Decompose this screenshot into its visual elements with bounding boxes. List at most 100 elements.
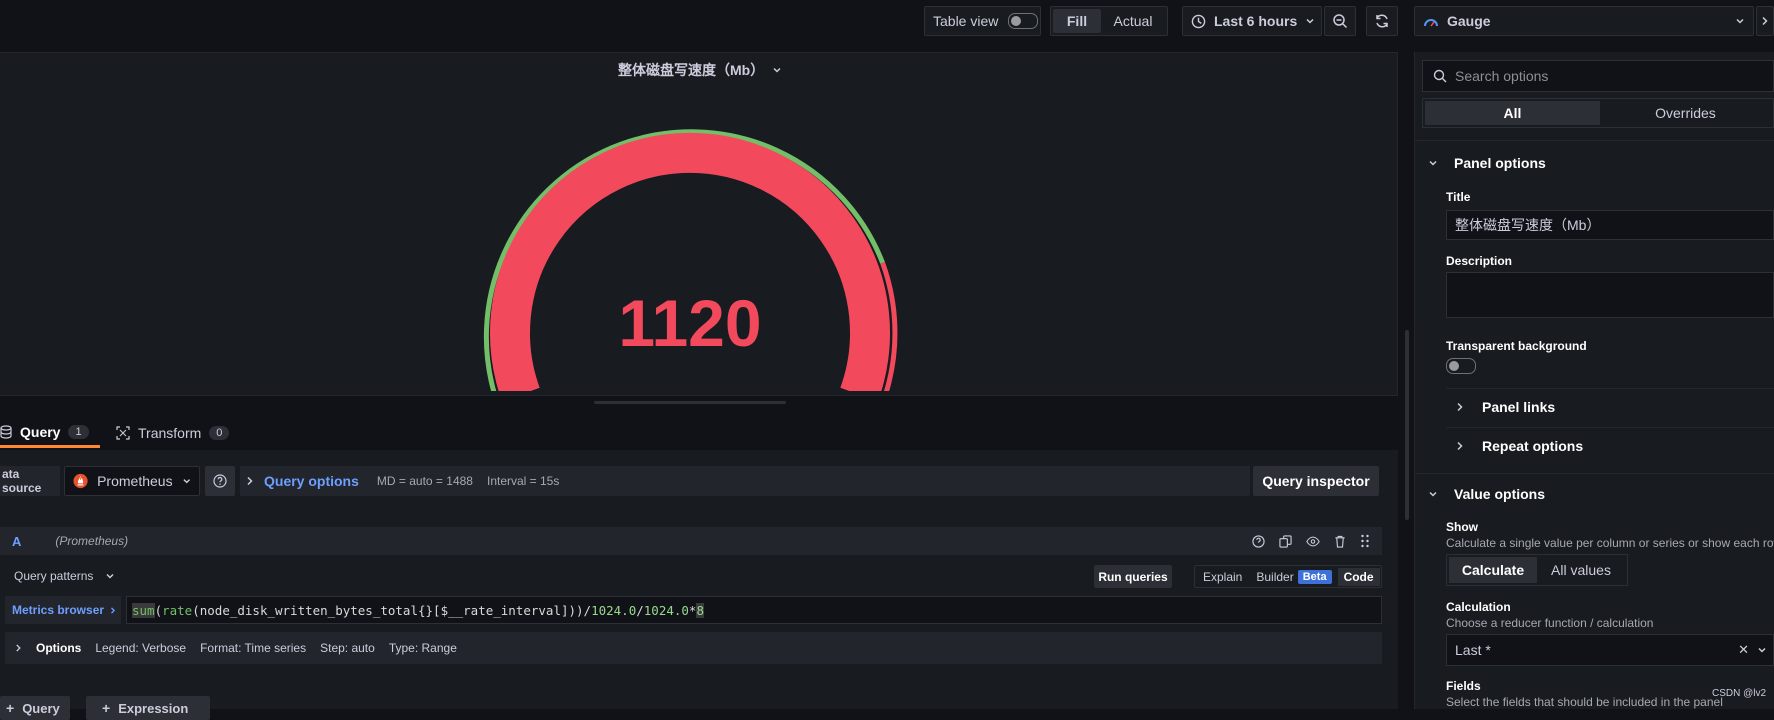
fill-actual-group: Fill Actual [1050, 6, 1168, 36]
split-divider[interactable] [1405, 330, 1409, 520]
all-values-button[interactable]: All values [1537, 557, 1625, 583]
query-datasource-hint: (Prometheus) [55, 534, 129, 548]
calculate-button[interactable]: Calculate [1449, 557, 1537, 583]
query-inspector-button[interactable]: Query inspector [1253, 466, 1379, 496]
refresh-button[interactable] [1366, 6, 1398, 36]
tab-transform-label: Transform [138, 425, 202, 441]
step-info: Step: auto [320, 641, 375, 655]
chevron-down-icon [773, 67, 781, 73]
resize-handle[interactable] [594, 401, 786, 404]
show-field-label: Show [1446, 520, 1478, 534]
expr-number: 1024.0 [591, 602, 637, 618]
run-queries-button[interactable]: Run queries [1094, 565, 1172, 588]
promql-editor[interactable]: sum(rate (node_disk_written_bytes_total{}… [126, 596, 1382, 624]
tab-query-label: Query [20, 423, 61, 440]
chevron-down-icon [1306, 18, 1314, 24]
zoom-out-button[interactable] [1324, 6, 1356, 36]
table-view-switch[interactable] [1008, 13, 1039, 29]
format-info: Format: Time series [200, 641, 307, 655]
divider [1446, 427, 1774, 428]
expr-sum: sum [132, 602, 155, 618]
explain-toggle[interactable]: Explain [1195, 570, 1250, 584]
transparent-bg-toggle[interactable] [1446, 358, 1476, 377]
add-query-button[interactable]: + Query [0, 696, 70, 720]
datasource-label: ata source [0, 466, 60, 496]
collapse-options-button[interactable] [1756, 6, 1774, 36]
clear-icon[interactable]: ✕ [1738, 642, 1749, 658]
watermark: CSDN @lv2 [1712, 688, 1767, 699]
options-label: Options [36, 641, 82, 655]
metrics-browser-button[interactable]: Metrics browser [5, 596, 121, 624]
query-ref-id[interactable]: A [12, 534, 21, 549]
beta-badge: Beta [1297, 569, 1332, 584]
database-icon [0, 424, 12, 439]
show-field-description: Calculate a single value per column or s… [1446, 536, 1774, 550]
gauge-icon [1424, 19, 1438, 27]
panel-links-header[interactable]: Panel links [1456, 397, 1555, 417]
value-options-header[interactable]: Value options [1428, 483, 1545, 505]
options-filter-tabs: All Overrides [1422, 98, 1774, 128]
datasource-picker[interactable]: Prometheus [64, 466, 200, 496]
datasource-name: Prometheus [97, 473, 173, 489]
fill-button[interactable]: Fill [1053, 9, 1101, 33]
visualization-picker[interactable]: Gauge [1414, 6, 1754, 36]
panel-options-header[interactable]: Panel options [1428, 152, 1546, 174]
query-row-header[interactable]: A (Prometheus) [0, 527, 1382, 555]
fields-field-description: Select the fields that should be include… [1446, 695, 1723, 709]
query-options-label: Query options [264, 473, 359, 489]
calculation-field-label: Calculation [1446, 600, 1511, 614]
chevron-right-icon [16, 644, 21, 652]
tab-transform[interactable]: Transform 0 [116, 418, 236, 448]
help-icon[interactable] [1252, 534, 1265, 548]
repeat-options-header[interactable]: Repeat options [1456, 436, 1583, 456]
help-icon [213, 474, 227, 488]
code-mode-button[interactable]: Code [1337, 567, 1380, 586]
query-options-summary[interactable]: Options Legend: Verbose Format: Time ser… [5, 632, 1382, 664]
panel-title: 整体磁盘写速度（Mb） [618, 62, 765, 78]
title-input[interactable]: 整体磁盘写速度（Mb） [1446, 210, 1774, 240]
table-view-label: Table view [933, 13, 999, 29]
md-info: MD = auto = 1488 [376, 474, 473, 488]
panel-header[interactable]: 整体磁盘写速度（Mb） [618, 60, 782, 80]
tab-all[interactable]: All [1425, 101, 1600, 125]
expr-part: / [636, 602, 644, 618]
expr-number: 1024.0 [643, 602, 689, 618]
chevron-right-icon [1762, 16, 1768, 26]
options-search-input[interactable]: Search options [1422, 60, 1774, 92]
datasource-help-button[interactable] [205, 466, 235, 496]
actual-button[interactable]: Actual [1101, 9, 1165, 33]
chevron-down-icon [182, 479, 190, 484]
eye-icon[interactable] [1306, 535, 1320, 548]
copy-icon[interactable] [1279, 534, 1292, 548]
divider [1414, 140, 1774, 141]
chevron-right-icon [111, 606, 116, 614]
expr-part: * [688, 602, 697, 618]
type-info: Type: Range [388, 641, 457, 655]
panel-preview: 整体磁盘写速度（Mb） 1120 [0, 52, 1398, 396]
tab-overrides[interactable]: Overrides [1600, 101, 1771, 125]
trash-icon[interactable] [1334, 535, 1346, 548]
chevron-right-icon [247, 476, 253, 486]
chevron-right-icon [1457, 441, 1463, 451]
chevron-down-icon[interactable] [1757, 645, 1767, 655]
visualization-label: Gauge [1447, 13, 1491, 29]
chevron-down-icon [1736, 18, 1744, 24]
divider [1446, 388, 1774, 389]
query-options-bar[interactable]: Query options MD = auto = 1488 Interval … [240, 466, 1250, 496]
drag-handle-icon[interactable] [1360, 534, 1370, 548]
calculation-select[interactable]: Last * ✕ [1446, 634, 1774, 666]
table-view-toggle[interactable]: Table view [924, 6, 1041, 36]
add-expression-button[interactable]: + Expression [86, 696, 210, 720]
plus-icon: + [102, 700, 111, 716]
query-patterns-dropdown[interactable]: Query patterns [14, 566, 115, 586]
tab-query[interactable]: Query 1 [0, 418, 100, 448]
query-row-actions [1252, 534, 1370, 548]
tab-query-count: 1 [68, 424, 89, 439]
search-placeholder: Search options [1455, 68, 1549, 84]
time-range-picker[interactable]: Last 6 hours [1182, 6, 1322, 36]
prometheus-icon [73, 473, 88, 489]
builder-mode-button[interactable]: Builder Beta [1250, 569, 1335, 584]
description-textarea[interactable] [1446, 272, 1774, 318]
transform-icon [116, 426, 130, 440]
clock-icon [1191, 14, 1206, 28]
